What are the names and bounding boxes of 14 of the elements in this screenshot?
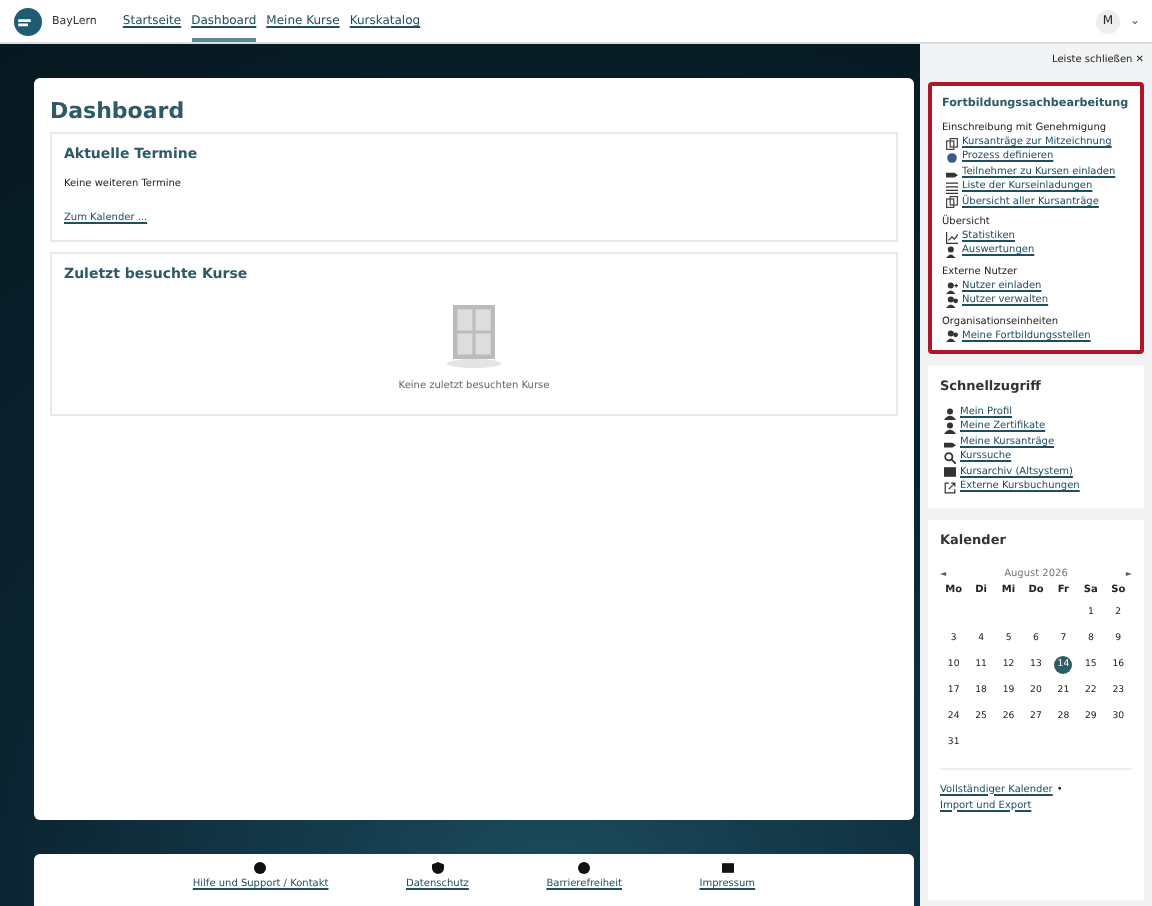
users-icon (946, 295, 958, 308)
page-title: Dashboard (50, 98, 187, 124)
empty-courses-icon (444, 302, 504, 368)
list-icon (946, 181, 958, 194)
copy-icon (946, 137, 958, 150)
shield-icon (431, 862, 444, 874)
copy-icon (946, 196, 958, 209)
search-icon (944, 451, 956, 464)
logo-icon (14, 7, 42, 35)
users-icon (946, 330, 958, 343)
external-icon (944, 481, 956, 494)
chart-icon (946, 231, 958, 244)
useradd-icon (946, 281, 958, 294)
user-icon (946, 246, 958, 259)
